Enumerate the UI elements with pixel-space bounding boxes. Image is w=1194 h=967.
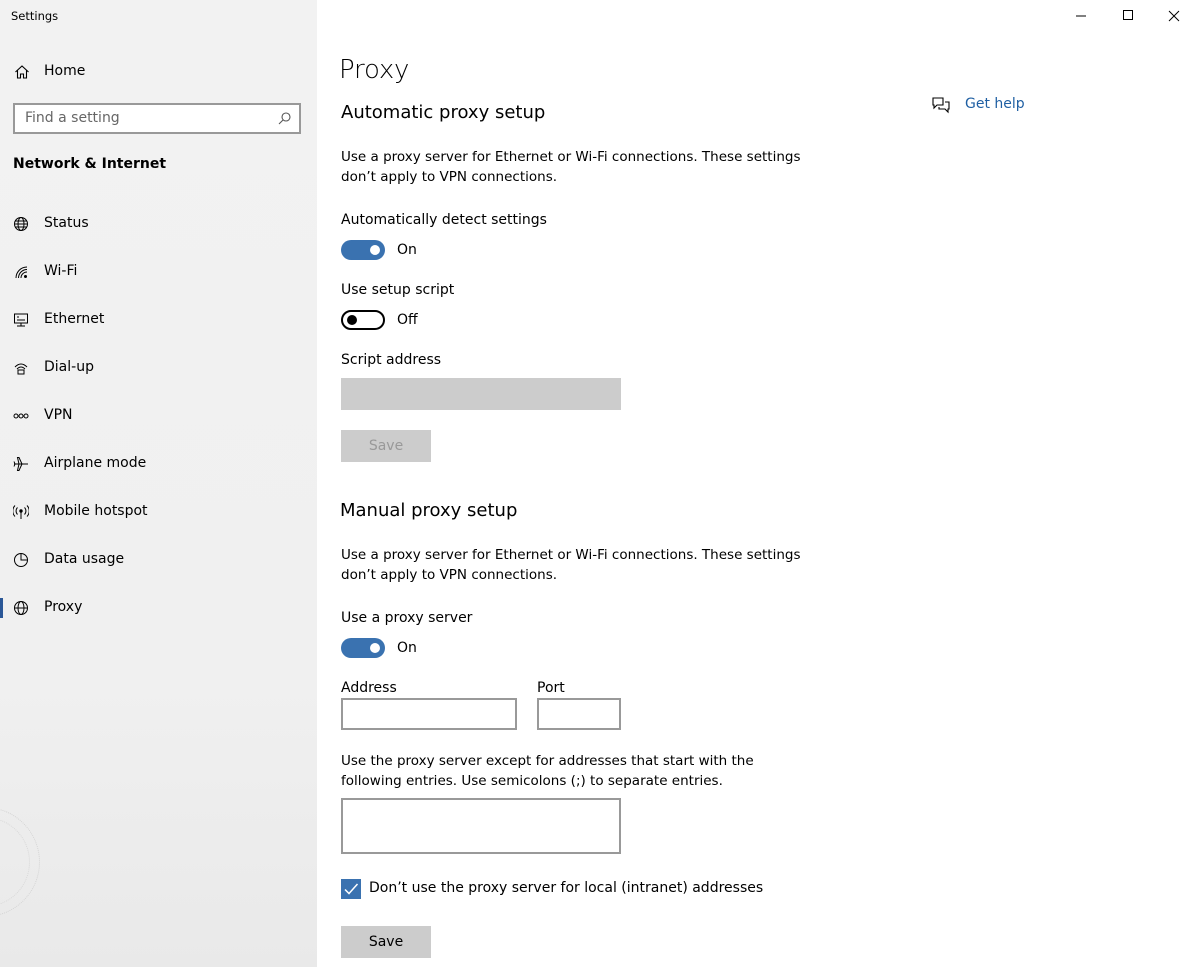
sidebar-item-label: Wi-Fi (44, 263, 78, 279)
globe-status-icon (14, 217, 28, 231)
use-proxy-state: On (397, 640, 417, 656)
automatic-save-button: Save (341, 430, 431, 462)
manual-proxy-heading: Manual proxy setup (340, 500, 518, 521)
manual-description: Use a proxy server for Ethernet or Wi-Fi… (341, 547, 801, 583)
script-address-label: Script address (341, 352, 442, 368)
sidebar-item-dialup[interactable]: Dial-up (0, 348, 317, 388)
data-usage-icon (14, 553, 28, 567)
minimize-button[interactable] (1058, 2, 1104, 30)
port-input[interactable] (537, 698, 621, 730)
address-label: Address (341, 680, 397, 696)
detect-settings-toggle[interactable] (341, 240, 385, 260)
toggle-knob (370, 643, 380, 653)
page-title: Proxy (339, 55, 410, 85)
sidebar-item-label: Dial-up (44, 359, 94, 375)
sidebar-item-label: Status (44, 215, 89, 231)
dialup-icon (14, 363, 28, 375)
sidebar-item-label: VPN (44, 407, 73, 423)
checkmark-icon (344, 883, 359, 895)
sidebar-item-label: Airplane mode (44, 455, 147, 471)
sidebar-item-airplane-mode[interactable]: Airplane mode (0, 444, 317, 484)
wifi-icon (15, 266, 28, 279)
close-button[interactable] (1150, 2, 1194, 30)
sidebar-section-title: Network & Internet (13, 156, 167, 172)
sidebar-item-label: Proxy (44, 599, 83, 615)
local-addresses-checkbox[interactable] (341, 879, 361, 899)
ethernet-icon (14, 313, 28, 327)
exceptions-description: Use the proxy server except for addresse… (341, 753, 754, 789)
sidebar-item-wifi[interactable]: Wi-Fi (0, 252, 317, 292)
chat-help-icon (932, 97, 950, 114)
sidebar-item-mobile-hotspot[interactable]: Mobile hotspot (0, 492, 317, 532)
script-address-input (341, 378, 621, 410)
sidebar-item-label: Data usage (44, 551, 125, 567)
sidebar-item-proxy[interactable]: Proxy (0, 588, 317, 628)
globe-icon (14, 601, 28, 615)
search-icon (278, 112, 291, 125)
close-icon (1168, 10, 1180, 22)
hotspot-icon (13, 505, 29, 519)
setup-script-state: Off (397, 312, 418, 328)
address-input[interactable] (341, 698, 517, 730)
sidebar-home-label: Home (44, 63, 86, 79)
search-input[interactable]: Find a setting (13, 103, 301, 134)
active-indicator (0, 598, 3, 618)
maximize-button[interactable] (1104, 2, 1150, 30)
automatic-proxy-heading: Automatic proxy setup (341, 102, 546, 123)
sidebar: Settings Home Find a setting Network & I… (0, 0, 317, 967)
exceptions-input[interactable] (341, 798, 621, 854)
toggle-knob (370, 245, 380, 255)
window-title: Settings (11, 9, 59, 23)
sidebar-item-vpn[interactable]: VPN (0, 396, 317, 436)
automatic-description: Use a proxy server for Ethernet or Wi-Fi… (341, 149, 801, 185)
vpn-icon (13, 413, 29, 419)
detect-settings-state: On (397, 242, 417, 258)
local-addresses-label: Don’t use the proxy server for local (in… (369, 880, 764, 896)
search-placeholder: Find a setting (25, 110, 120, 126)
get-help-label: Get help (965, 96, 1025, 112)
setup-script-label: Use setup script (341, 282, 455, 298)
toggle-knob (347, 315, 357, 325)
port-label: Port (537, 680, 565, 696)
detect-settings-label: Automatically detect settings (341, 212, 547, 228)
manual-save-button[interactable]: Save (341, 926, 431, 958)
use-proxy-toggle[interactable] (341, 638, 385, 658)
sidebar-item-status[interactable]: Status (0, 204, 317, 244)
setup-script-toggle[interactable] (341, 310, 385, 330)
airplane-icon (13, 457, 28, 471)
sidebar-home[interactable]: Home (0, 58, 317, 86)
minimize-icon (1076, 15, 1086, 17)
sidebar-item-ethernet[interactable]: Ethernet (0, 300, 317, 340)
sidebar-item-label: Mobile hotspot (44, 503, 148, 519)
use-proxy-label: Use a proxy server (341, 610, 473, 626)
home-icon (15, 65, 29, 79)
sidebar-item-label: Ethernet (44, 311, 105, 327)
maximize-icon (1123, 10, 1133, 20)
sidebar-item-data-usage[interactable]: Data usage (0, 540, 317, 580)
